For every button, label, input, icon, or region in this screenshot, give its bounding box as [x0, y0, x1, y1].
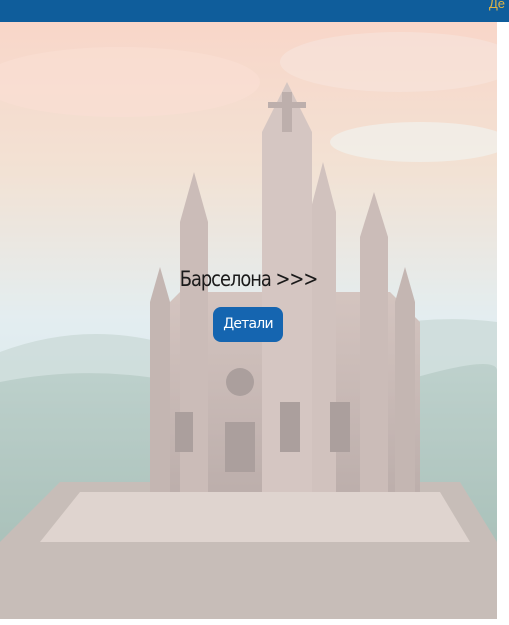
topbar-link-partial[interactable]: Де: [489, 0, 509, 11]
destination-hero-card[interactable]: Барселона >>> Детали: [0, 22, 497, 619]
details-button[interactable]: Детали: [213, 307, 283, 342]
page-gutter: [497, 22, 509, 625]
destination-title[interactable]: Барселона >>>: [37, 267, 459, 291]
top-navigation-bar: Де: [0, 0, 509, 22]
